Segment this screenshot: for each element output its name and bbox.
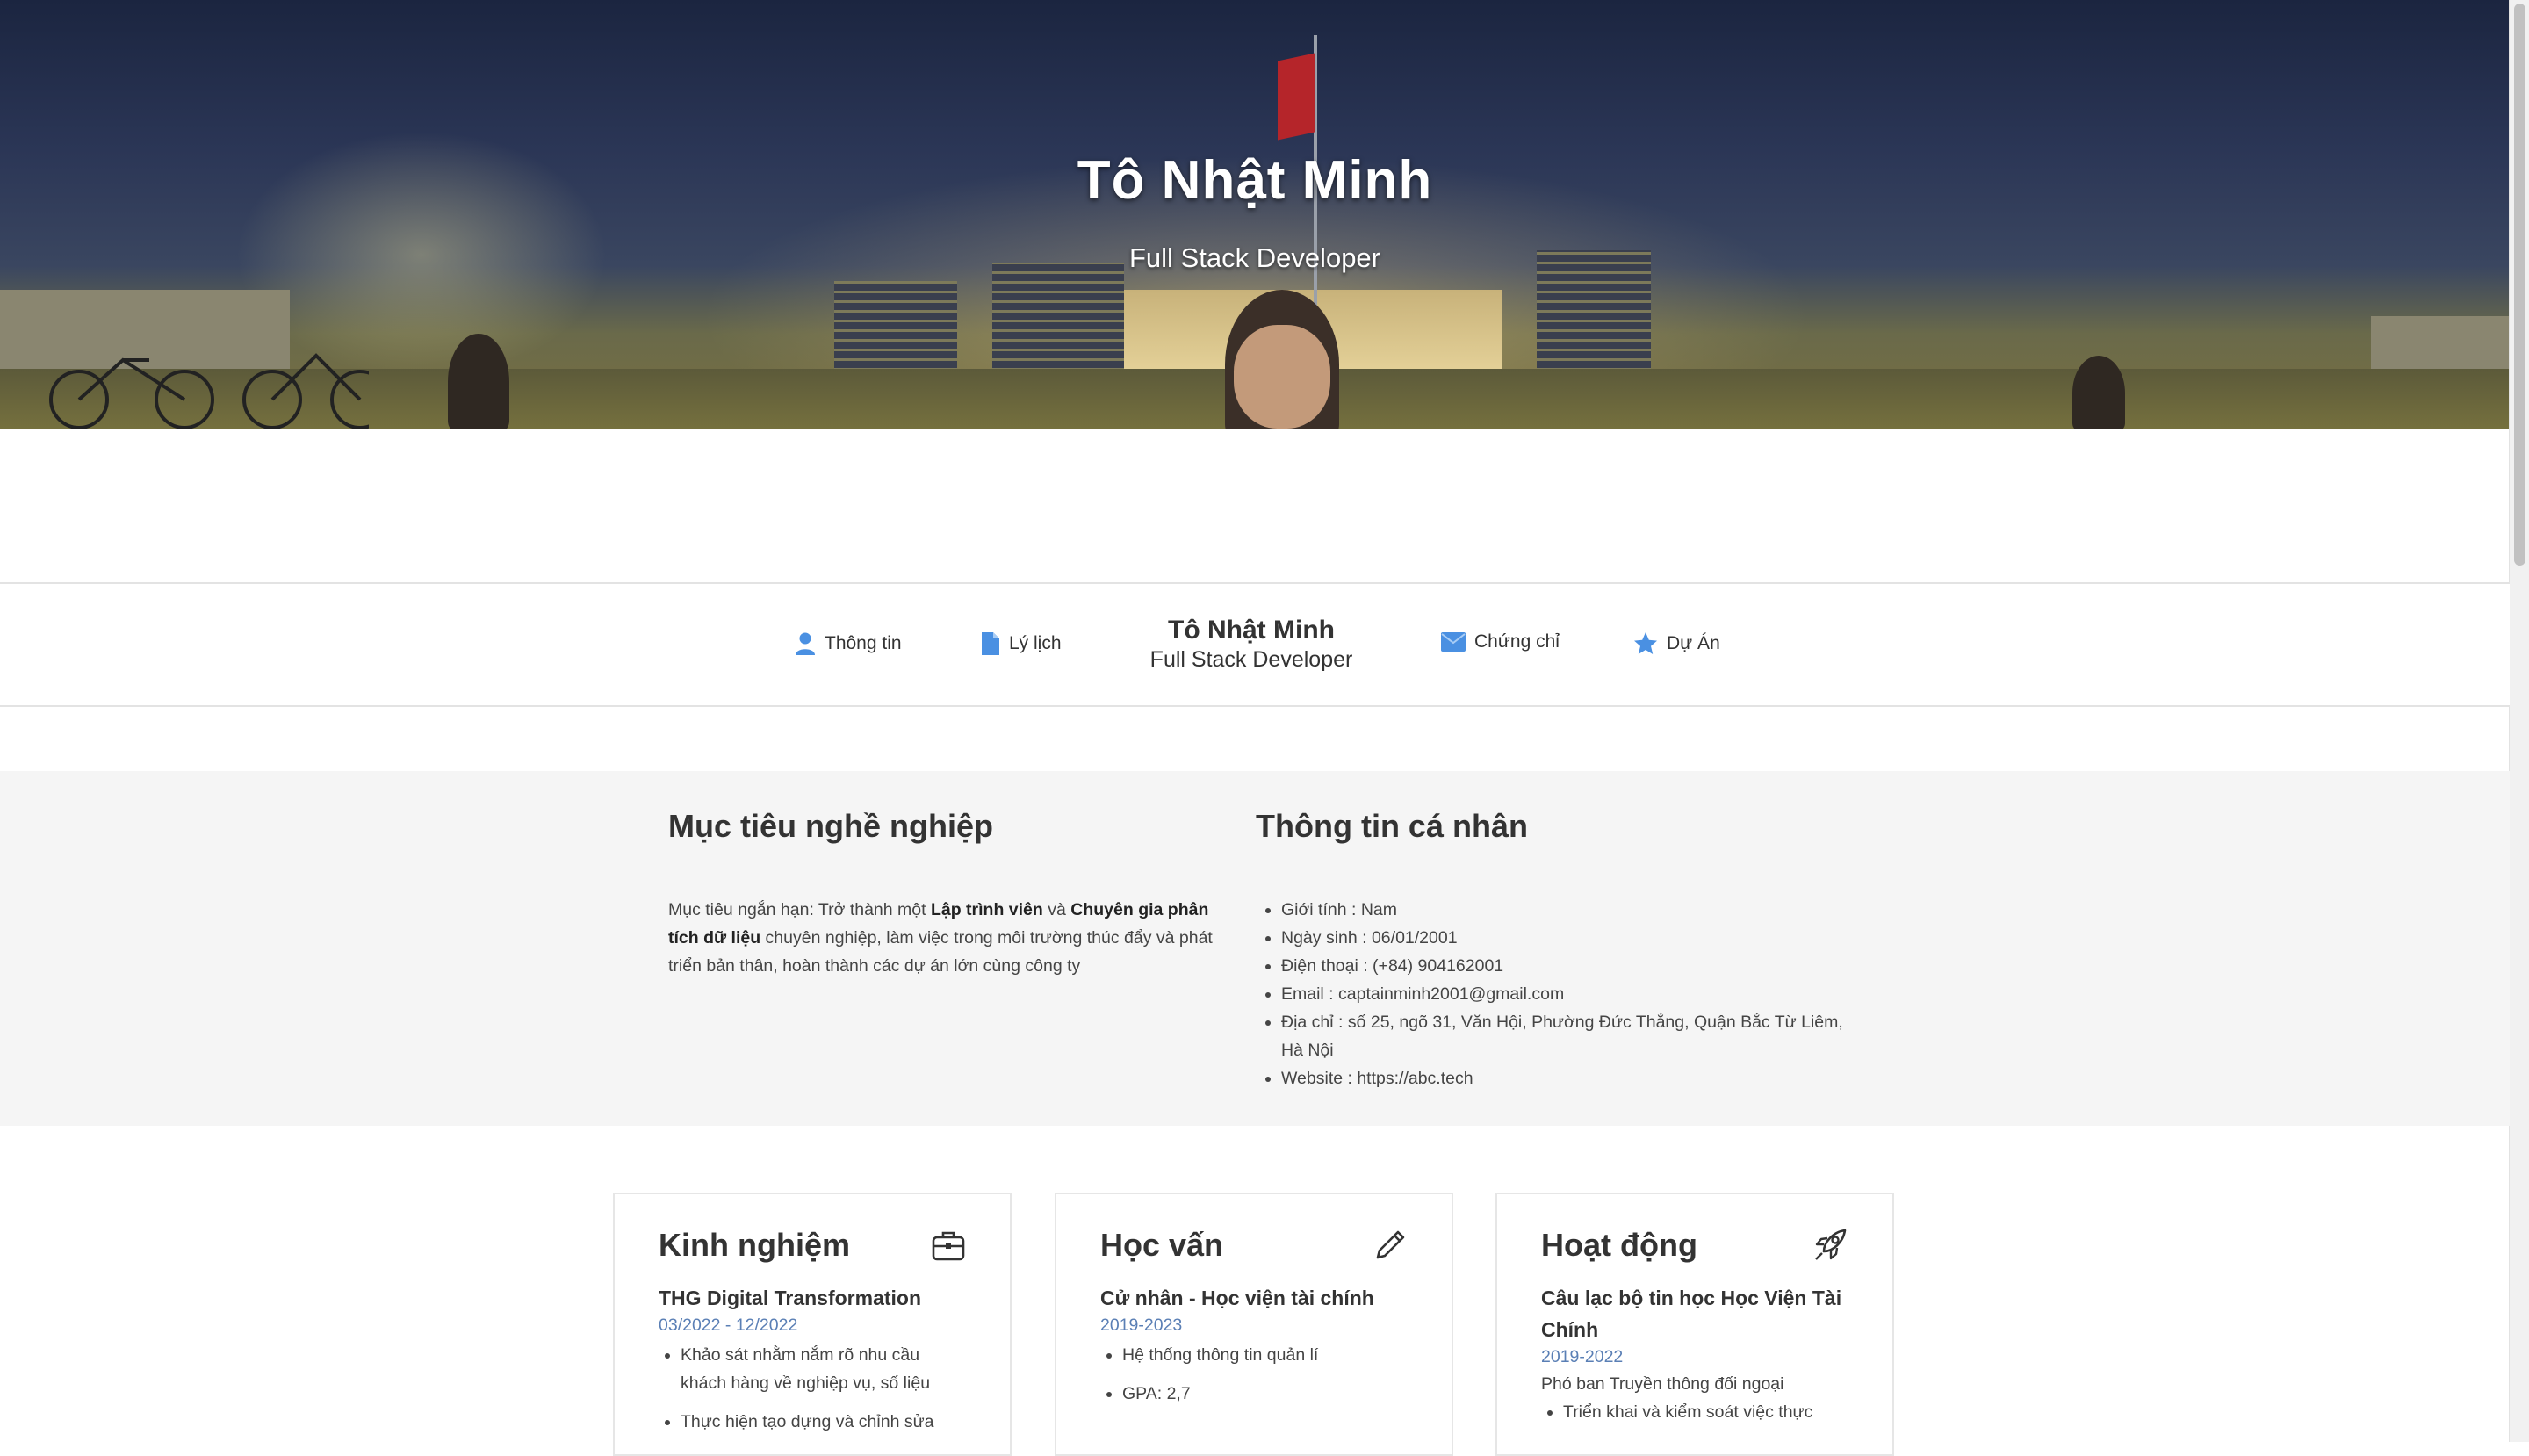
nav-item-label: Thông tin [825, 633, 902, 653]
info-phone: Điện thoại : (+84) 904162001 [1281, 952, 1852, 980]
card-date: 2019-2022 [1541, 1347, 1624, 1366]
card-list: Triển khai và kiểm soát việc thực [1541, 1398, 1848, 1426]
background-building [834, 281, 957, 378]
info-birthday: Ngày sinh : 06/01/2001 [1281, 924, 1852, 952]
star-icon [1634, 632, 1657, 654]
goal-highlight: Lập trình viên [930, 900, 1043, 919]
activity-card: Hoạt động Câu lạc bộ tin học Học Viện Tà… [1495, 1193, 1894, 1456]
card-title: Hoạt động [1541, 1227, 1697, 1263]
envelope-icon [1441, 632, 1466, 652]
card-organization: Cử nhân - Học viện tài chính [1100, 1287, 1374, 1309]
nav-item-label: Chứng chỉ [1474, 631, 1560, 652]
hero-banner: Tô Nhật Minh Full Stack Developer [0, 0, 2510, 429]
personal-info-heading: Thông tin cá nhân [1256, 808, 1528, 844]
nav-item-thong-tin[interactable]: Thông tin [795, 631, 902, 656]
nav-item-label: Lý lịch [1009, 633, 1062, 653]
page-scrollbar[interactable] [2509, 0, 2529, 1442]
nav-brand[interactable]: Tô Nhật Minh Full Stack Developer [1076, 616, 1427, 673]
main-navigation: Thông tin Lý lịch Tô Nhật Minh Full Stac… [0, 582, 2510, 707]
card-title: Kinh nghiệm [659, 1227, 850, 1263]
card-list: Khảo sát nhằm nắm rõ nhu cầu khách hàng … [659, 1341, 966, 1436]
pencil-icon [1376, 1230, 1405, 1259]
bicycle-icon [49, 353, 369, 429]
career-goal-heading: Mục tiêu nghề nghiệp [668, 808, 993, 844]
info-email: Email : captainminh2001@gmail.com [1281, 980, 1852, 1008]
scrollbar-thumb[interactable] [2514, 4, 2525, 566]
document-icon [982, 632, 999, 655]
list-item: Hệ thống thông tin quản lí [1122, 1341, 1408, 1369]
personal-info-list: Giới tính : Nam Ngày sinh : 06/01/2001 Đ… [1256, 896, 1852, 1092]
nav-brand-name: Tô Nhật Minh [1168, 616, 1335, 645]
card-list: Hệ thống thông tin quản lí GPA: 2,7 [1100, 1341, 1408, 1408]
goal-connector: và [1042, 900, 1071, 919]
card-title: Học vấn [1100, 1227, 1224, 1263]
person-silhouette [448, 334, 509, 429]
experience-card: Kinh nghiệm THG Digital Transformation 0… [613, 1193, 1012, 1456]
card-organization: Câu lạc bộ tin học Học Viện Tài Chính [1541, 1287, 1842, 1341]
card-date: 2019-2023 [1100, 1315, 1183, 1335]
nav-item-chung-chi[interactable]: Chứng chỉ [1441, 631, 1560, 652]
person-silhouette [2072, 356, 2125, 429]
flag [1278, 53, 1315, 141]
nav-item-ly-lich[interactable]: Lý lịch [981, 631, 1062, 656]
card-organization: THG Digital Transformation [659, 1287, 922, 1309]
info-gender: Giới tính : Nam [1281, 896, 1852, 924]
nav-brand-title: Full Stack Developer [1149, 647, 1353, 672]
person-face [1234, 325, 1330, 429]
career-goal-text: Mục tiêu ngắn hạn: Trở thành một Lập trì… [668, 896, 1230, 980]
education-card: Học vấn Cử nhân - Học viện tài chính 201… [1055, 1193, 1453, 1456]
list-item: Thực hiện tạo dựng và chỉnh sửa [681, 1408, 966, 1436]
card-role: Phó ban Truyền thông đối ngoại [1541, 1374, 1784, 1394]
info-address: Địa chỉ : số 25, ngõ 31, Văn Hội, Phường… [1281, 1008, 1852, 1064]
briefcase-icon [932, 1231, 965, 1261]
hero-name: Tô Nhật Minh [1077, 150, 1433, 211]
nav-item-label: Dự Án [1667, 633, 1720, 653]
card-date: 03/2022 - 12/2022 [659, 1315, 798, 1335]
info-website: Website : https://abc.tech [1281, 1064, 1852, 1092]
list-item: GPA: 2,7 [1122, 1380, 1408, 1408]
user-icon [796, 632, 815, 655]
background-building [992, 263, 1124, 378]
nav-item-du-an[interactable]: Dự Án [1633, 631, 1720, 656]
about-section: Mục tiêu nghề nghiệp Mục tiêu ngắn hạn: … [0, 771, 2510, 1126]
list-item: Khảo sát nhằm nắm rõ nhu cầu khách hàng … [681, 1341, 966, 1397]
hero-subtitle: Full Stack Developer [1128, 242, 1380, 273]
rocket-icon [1815, 1229, 1847, 1260]
goal-prefix: Mục tiêu ngắn hạn: Trở thành một [668, 900, 931, 919]
list-item: Triển khai và kiểm soát việc thực [1563, 1398, 1848, 1426]
